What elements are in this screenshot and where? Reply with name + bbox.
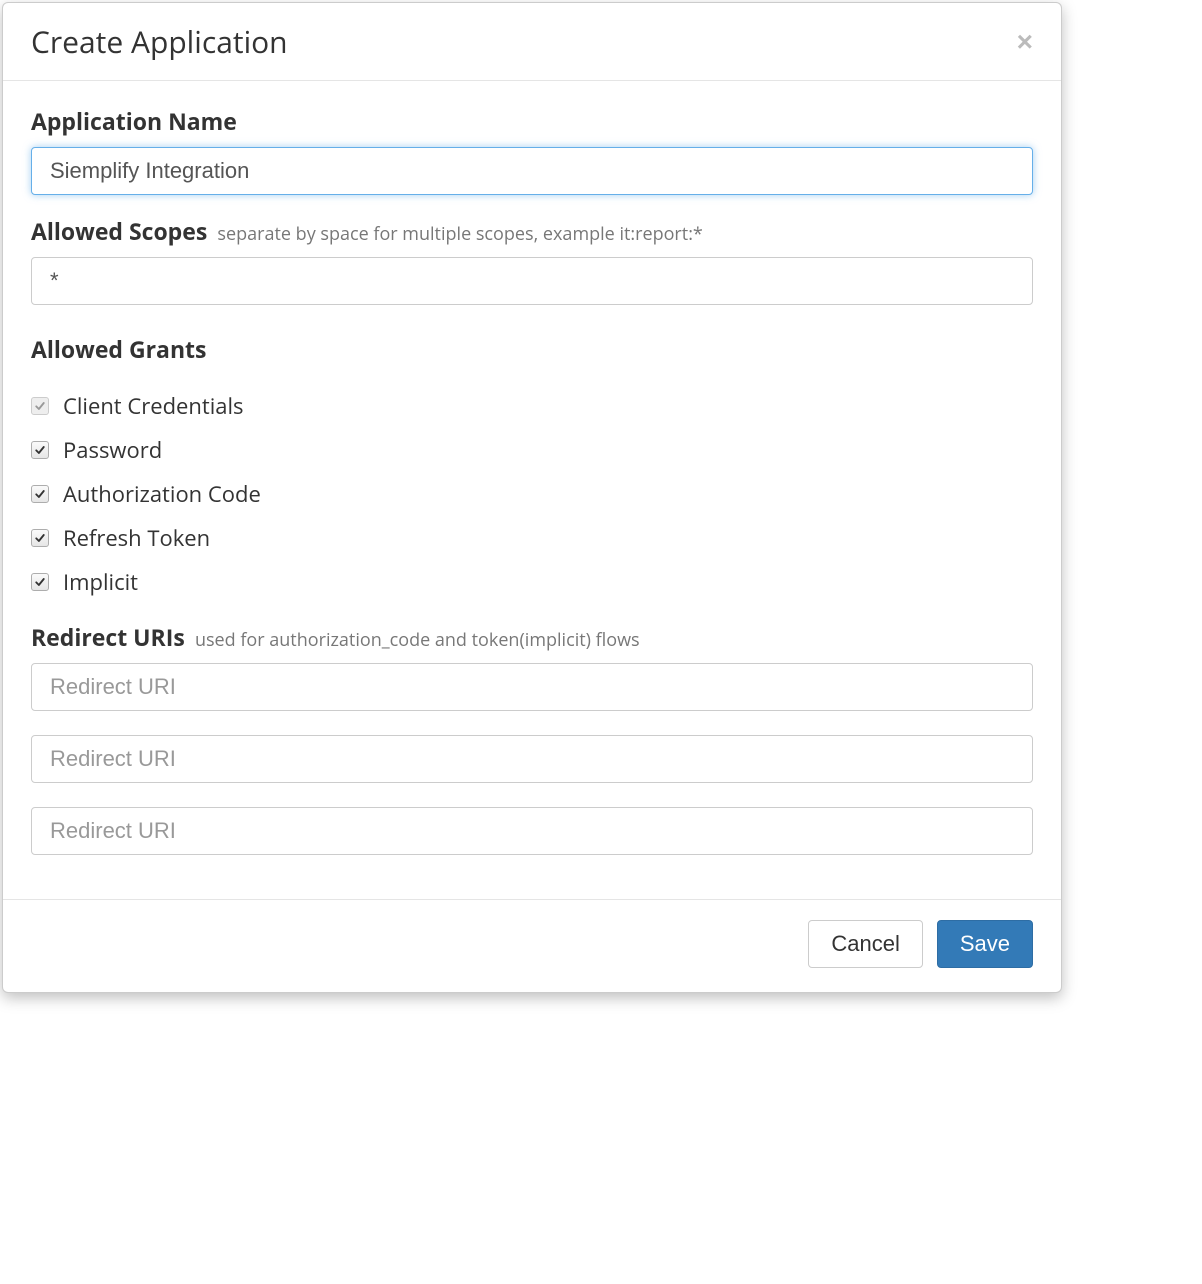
redirect-uris-label: Redirect URIs xyxy=(31,621,185,653)
redirect-uris-group: Redirect URIs used for authorization_cod… xyxy=(31,621,1033,855)
close-button[interactable]: × xyxy=(1017,28,1033,56)
modal-body: Application Name Allowed Scopes separate… xyxy=(3,81,1061,899)
grant-row: Authorization Code xyxy=(31,479,1033,509)
save-button[interactable]: Save xyxy=(937,920,1033,968)
grant-row: Client Credentials xyxy=(31,391,1033,421)
grant-checkbox[interactable] xyxy=(31,573,49,591)
cancel-button[interactable]: Cancel xyxy=(808,920,922,968)
modal-footer: Cancel Save xyxy=(3,899,1061,992)
grant-checkbox[interactable] xyxy=(31,485,49,503)
allowed-scopes-group: Allowed Scopes separate by space for mul… xyxy=(31,215,1033,305)
redirect-uri-input[interactable] xyxy=(31,735,1033,783)
create-application-modal: Create Application × Application Name Al… xyxy=(2,2,1062,993)
grant-row: Password xyxy=(31,435,1033,465)
application-name-group: Application Name xyxy=(31,105,1033,195)
grant-label: Authorization Code xyxy=(63,479,261,509)
grant-checkbox[interactable] xyxy=(31,529,49,547)
allowed-scopes-hint: separate by space for multiple scopes, e… xyxy=(217,222,702,246)
allowed-scopes-input[interactable] xyxy=(31,257,1033,305)
grant-row: Implicit xyxy=(31,567,1033,597)
application-name-input[interactable] xyxy=(31,147,1033,195)
allowed-grants-group: Allowed Grants Client Credentials Passwor… xyxy=(31,333,1033,597)
grant-label: Password xyxy=(63,435,162,465)
redirect-uri-input[interactable] xyxy=(31,663,1033,711)
grant-label: Refresh Token xyxy=(63,523,210,553)
grant-row: Refresh Token xyxy=(31,523,1033,553)
application-name-label: Application Name xyxy=(31,105,237,137)
grant-label: Implicit xyxy=(63,567,138,597)
modal-header: Create Application × xyxy=(3,3,1061,81)
grant-label: Client Credentials xyxy=(63,391,244,421)
allowed-scopes-label: Allowed Scopes xyxy=(31,215,207,247)
redirect-uris-hint: used for authorization_code and token(im… xyxy=(195,628,640,652)
grant-checkbox[interactable] xyxy=(31,441,49,459)
redirect-uri-input[interactable] xyxy=(31,807,1033,855)
modal-title: Create Application xyxy=(31,21,288,62)
allowed-grants-label: Allowed Grants xyxy=(31,333,1033,365)
grant-checkbox xyxy=(31,397,49,415)
close-icon: × xyxy=(1017,26,1033,57)
